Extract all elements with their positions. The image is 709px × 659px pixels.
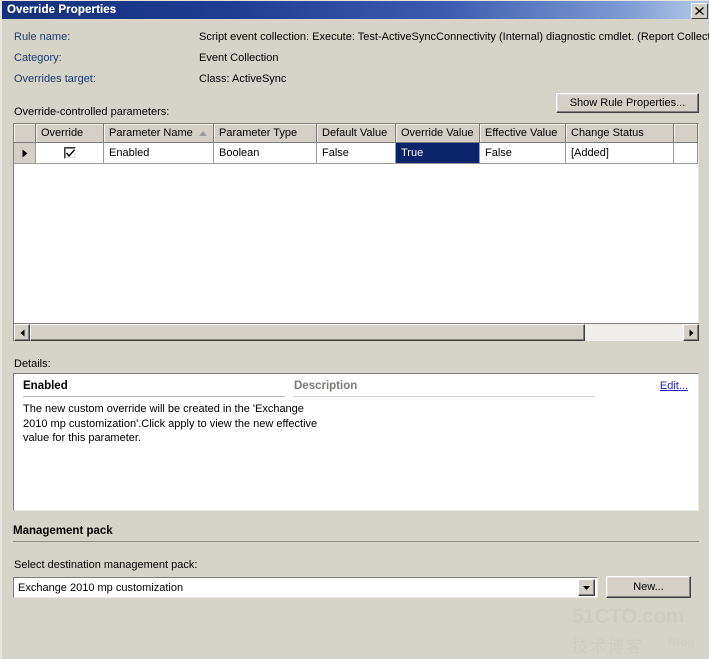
watermark-line-3: Blog — [668, 635, 695, 649]
detail-title: Enabled — [23, 380, 68, 392]
management-pack-dropdown[interactable]: Exchange 2010 mp customization — [13, 577, 598, 598]
parameters-grid[interactable]: Override Parameter Name Parameter Type D… — [13, 123, 699, 341]
grid-header-row: Override Parameter Name Parameter Type D… — [14, 124, 698, 143]
column-header-default-value[interactable]: Default Value — [317, 124, 396, 143]
column-header-parameter-name[interactable]: Parameter Name — [104, 124, 214, 143]
detail-description-header: Description — [294, 380, 358, 392]
show-rule-properties-button[interactable]: Show Rule Properties... — [556, 93, 699, 113]
dropdown-arrow-button[interactable] — [578, 579, 595, 596]
cell-change-status[interactable]: [Added] — [566, 143, 674, 164]
rule-name-row: Rule name: Script event collection: Exec… — [14, 31, 709, 45]
column-header-override[interactable]: Override — [36, 124, 104, 143]
scroll-left-icon — [20, 329, 24, 336]
details-label: Details: — [14, 358, 51, 370]
management-pack-divider — [13, 541, 699, 542]
cell-default-value[interactable]: False — [317, 143, 396, 164]
column-header-effective-value[interactable]: Effective Value — [480, 124, 566, 143]
cell-effective-value[interactable]: False — [480, 143, 566, 164]
sort-ascending-icon — [199, 131, 207, 136]
table-row[interactable]: Enabled Boolean False True False [Added] — [14, 143, 698, 164]
category-label: Category: — [14, 52, 62, 64]
management-pack-heading: Management pack — [13, 525, 113, 537]
rule-name-label: Rule name: — [14, 31, 71, 43]
close-icon — [695, 7, 704, 15]
grid-empty-area — [14, 164, 698, 322]
column-header-override-value[interactable]: Override Value — [396, 124, 480, 143]
watermark-line-2: 技术博客 — [572, 637, 645, 656]
cell-override-checkbox[interactable] — [36, 143, 104, 164]
checkmark-icon — [65, 149, 75, 158]
override-checkbox[interactable] — [63, 147, 76, 159]
override-controlled-parameters-label: Override-controlled parameters: — [14, 106, 170, 118]
grid-header-row-selector — [14, 124, 36, 143]
cell-parameter-name[interactable]: Enabled — [104, 143, 214, 164]
detail-description-divider — [294, 396, 594, 397]
row-arrow-icon — [22, 149, 27, 157]
column-header-filler — [674, 124, 698, 143]
chevron-down-icon — [583, 585, 590, 590]
overrides-target-label: Overrides target: — [14, 73, 96, 85]
management-pack-selected-value: Exchange 2010 mp customization — [18, 581, 184, 594]
overrides-target-value: Class: ActiveSync — [199, 73, 287, 85]
cell-parameter-type[interactable]: Boolean — [214, 143, 317, 164]
column-header-parameter-type[interactable]: Parameter Type — [214, 124, 317, 143]
grid-horizontal-scrollbar[interactable] — [13, 323, 699, 341]
close-button[interactable] — [691, 3, 708, 19]
watermark-divider — [572, 629, 698, 631]
rule-name-value: Script event collection: Execute: Test-A… — [199, 31, 709, 43]
new-management-pack-button[interactable]: New... — [606, 576, 691, 598]
override-properties-dialog: Override Properties Rule name: Script ev… — [0, 0, 709, 659]
category-value: Event Collection — [199, 52, 279, 64]
scrollbar-thumb[interactable] — [30, 324, 586, 341]
edit-link[interactable]: Edit... — [660, 380, 688, 392]
scroll-right-button[interactable] — [683, 324, 699, 341]
detail-description-body: The new custom override will be created … — [23, 403, 318, 444]
watermark: 51CTO.com 技术博客 Blog — [568, 605, 708, 656]
cell-filler — [674, 143, 698, 164]
column-header-parameter-name-label: Parameter Name — [109, 127, 193, 139]
select-destination-label: Select destination management pack: — [14, 559, 198, 571]
title-bar[interactable]: Override Properties — [2, 1, 709, 19]
scrollbar-track[interactable] — [30, 324, 683, 341]
cell-override-value[interactable]: True — [396, 143, 480, 164]
watermark-line-1: 51CTO.com — [572, 605, 684, 628]
details-panel: Enabled Description Edit... The new cust… — [13, 373, 699, 511]
column-header-change-status[interactable]: Change Status — [566, 124, 674, 143]
window-title: Override Properties — [7, 4, 117, 16]
detail-title-divider — [23, 396, 285, 397]
scroll-right-icon — [689, 329, 693, 336]
row-selector-indicator[interactable] — [14, 143, 36, 164]
scroll-left-button[interactable] — [14, 324, 30, 341]
